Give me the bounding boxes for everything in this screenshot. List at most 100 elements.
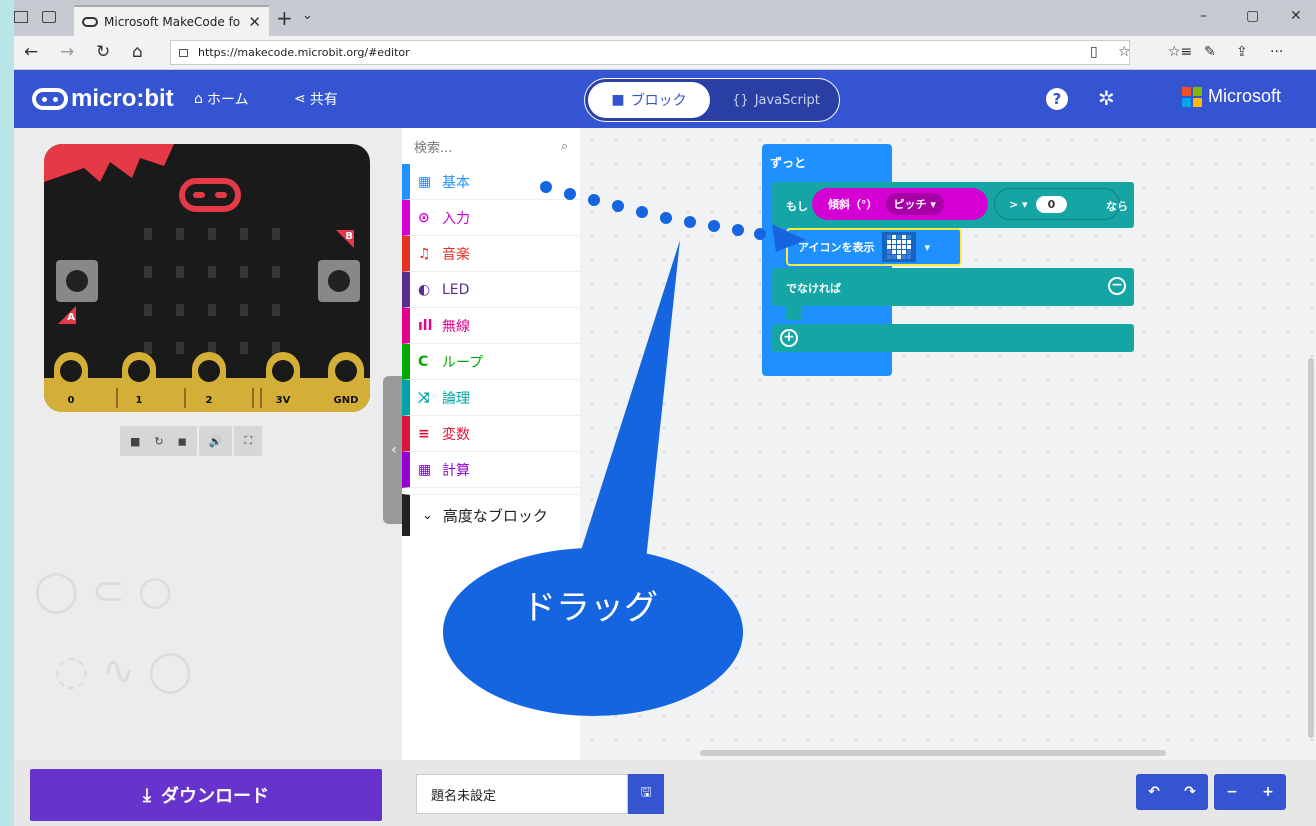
more-icon[interactable]: ··· — [1270, 44, 1283, 60]
microbit-logo[interactable]: micro:bit — [32, 85, 174, 113]
category-icon: ıll — [418, 317, 433, 334]
fullscreen-icon[interactable]: ⛶ — [244, 434, 252, 448]
browser-window: Microsoft MakeCode fo ✕ + ⌄ – ▢ ✕ ← → ↻ … — [14, 0, 1316, 826]
undo-icon[interactable]: ↶ — [1136, 784, 1172, 800]
tab-javascript[interactable]: {} JavaScript — [715, 82, 837, 118]
toolbox-category-0[interactable]: ▦ 基本 — [402, 164, 580, 200]
category-label: 入力 — [442, 210, 470, 227]
toolbox-category-2[interactable]: ♫ 音楽 — [402, 236, 580, 272]
slowmo-icon[interactable]: ◼ — [178, 435, 187, 448]
chevron-down-icon: ⌄ — [422, 508, 433, 523]
add-else-icon[interactable]: + — [780, 329, 798, 347]
reading-view-icon[interactable]: ▯ — [1090, 44, 1098, 60]
microbit-logo-touch[interactable] — [179, 178, 241, 212]
save-icon[interactable]: 🖫 — [628, 774, 664, 814]
tab-preview-icon[interactable] — [42, 11, 56, 23]
close-window-button[interactable]: ✕ — [1290, 8, 1302, 24]
favorites-list-icon[interactable]: ☆≡ — [1168, 44, 1192, 60]
toolbox-category-1[interactable]: ⊙ 入力 — [402, 200, 580, 236]
pin-1[interactable]: 1 — [122, 352, 156, 412]
help-icon[interactable]: ? — [1046, 88, 1068, 110]
tab-blocks-label: ブロック — [630, 93, 687, 109]
mute-icon[interactable]: 🔊 — [209, 435, 223, 448]
horizontal-scrollbar[interactable] — [700, 750, 1166, 756]
category-label: 音楽 — [442, 246, 470, 263]
toolbox-category-7[interactable]: ≡ 変数 — [402, 416, 580, 452]
home-icon: ⌂ — [194, 91, 203, 107]
icon-dropdown-icon[interactable]: ▾ — [924, 241, 930, 254]
if-block-footer: + — [772, 324, 1134, 352]
if-block[interactable]: もし 傾斜（°） ピッチ ▾ > ▾ 0 なら — [772, 182, 1134, 228]
vertical-scrollbar[interactable] — [1308, 358, 1314, 738]
share-button[interactable]: ⋖ 共有 — [294, 89, 338, 109]
home-button[interactable]: ⌂ — [132, 42, 143, 62]
pin-0[interactable]: 0 — [54, 352, 88, 412]
category-label: LED — [442, 281, 470, 298]
settings-gear-icon[interactable]: ✲ — [1098, 86, 1115, 110]
search-icon: ⌕ — [560, 138, 568, 154]
search-input[interactable]: 検索... — [414, 137, 452, 156]
url-field[interactable]: https://makecode.microbit.org/#editor — [170, 40, 1130, 65]
category-icon: ▦ — [418, 173, 432, 190]
button-b[interactable] — [318, 260, 360, 302]
toolbox-category-8[interactable]: ▦ 計算 — [402, 452, 580, 488]
toolbox-category-6[interactable]: ⤨ 論理 — [402, 380, 580, 416]
editor-toggle: ■ ブロック {} JavaScript — [584, 78, 840, 122]
zoom-in-icon[interactable]: + — [1250, 784, 1286, 800]
project-name-input[interactable]: 題名未設定 — [416, 774, 628, 814]
toolbox-category-4[interactable]: ıll 無線 — [402, 308, 580, 344]
minimize-button[interactable]: – — [1200, 8, 1207, 24]
browser-tab[interactable]: Microsoft MakeCode fo ✕ — [74, 5, 269, 36]
microbit-logo-icon — [32, 88, 68, 110]
heart-icon[interactable] — [882, 232, 917, 262]
show-icon-block[interactable]: アイコンを表示 ▾ — [786, 228, 962, 266]
restart-icon[interactable]: ↻ — [154, 435, 163, 448]
download-icon: ⤓ — [143, 784, 151, 806]
redo-icon[interactable]: ↷ — [1172, 784, 1208, 800]
pin-3v[interactable]: 3V — [266, 352, 300, 412]
notes-icon[interactable]: ✎ — [1204, 44, 1216, 60]
remove-else-icon[interactable]: − — [1108, 277, 1126, 295]
category-icon: ▦ — [418, 461, 432, 478]
pin-2[interactable]: 2 — [192, 352, 226, 412]
back-button[interactable]: ← — [24, 42, 38, 62]
category-label: 無線 — [442, 318, 470, 335]
board-red-edge — [44, 144, 174, 182]
category-icon: ≡ — [418, 425, 430, 442]
new-tab-button[interactable]: + — [276, 6, 293, 30]
favorite-star-icon[interactable]: ☆ — [1118, 44, 1131, 60]
else-block[interactable]: でなければ − — [772, 268, 1134, 306]
microsoft-logo[interactable]: Microsoft — [1182, 86, 1281, 107]
toolbox-category-5[interactable]: C ループ — [402, 344, 580, 380]
tilt-block[interactable]: 傾斜（°） ピッチ ▾ — [812, 188, 988, 220]
tilt-dropdown[interactable]: ピッチ ▾ — [885, 193, 944, 215]
toolbox-category-3[interactable]: ◐ LED — [402, 272, 580, 308]
compare-op-dropdown[interactable]: > ▾ — [1009, 198, 1028, 211]
download-button[interactable]: ⤓ ダウンロード — [30, 769, 382, 821]
share-icon[interactable]: ⇪ — [1236, 44, 1248, 60]
tab-close-icon[interactable]: ✕ — [248, 13, 261, 31]
forward-button[interactable]: → — [60, 42, 74, 62]
button-b-label: B — [336, 230, 354, 248]
refresh-button[interactable]: ↻ — [96, 42, 110, 62]
category-icon: ◐ — [418, 281, 431, 298]
button-a[interactable] — [56, 260, 98, 302]
maximize-button[interactable]: ▢ — [1246, 8, 1259, 24]
tab-menu-icon[interactable]: ⌄ — [302, 8, 313, 23]
advanced-blocks-button[interactable]: ⌄ 高度なブロック — [402, 494, 580, 536]
zoom-out-icon[interactable]: − — [1214, 784, 1250, 800]
home-nav-button[interactable]: ⌂ ホーム — [194, 89, 248, 109]
address-bar: ← → ↻ ⌂ https://makecode.microbit.org/#e… — [14, 36, 1316, 70]
block-toolbox: 検索... ⌕ ▦ 基本 ⊙ 入力 ♫ 音楽 ◐ LED ıll 無線 C ループ ⤨ 論理 ≡ 変数 ▦ 計算 … — [402, 128, 580, 760]
compare-value-input[interactable]: 0 — [1035, 195, 1068, 213]
microbit-favicon-icon — [82, 16, 98, 27]
compare-block[interactable]: > ▾ 0 — [994, 188, 1120, 220]
category-label: 変数 — [442, 426, 470, 443]
blocks-workspace[interactable]: ずっと もし 傾斜（°） ピッチ ▾ > ▾ 0 なら アイコンを表示 ▾ でな… — [580, 128, 1316, 760]
toolbox-search[interactable]: 検索... ⌕ — [402, 128, 580, 164]
tab-blocks[interactable]: ■ ブロック — [588, 82, 710, 118]
tab-actions-icon[interactable] — [14, 11, 28, 23]
pin-gnd[interactable]: GND — [328, 352, 364, 412]
simulator-panel: ◯ ⊂ ○ ◌ ∿ ◯ A B 0 1 2 3V GND ■ ↻ ◼ 🔊 ⛶ ‹ — [14, 128, 405, 760]
stop-icon[interactable]: ■ — [130, 435, 140, 448]
